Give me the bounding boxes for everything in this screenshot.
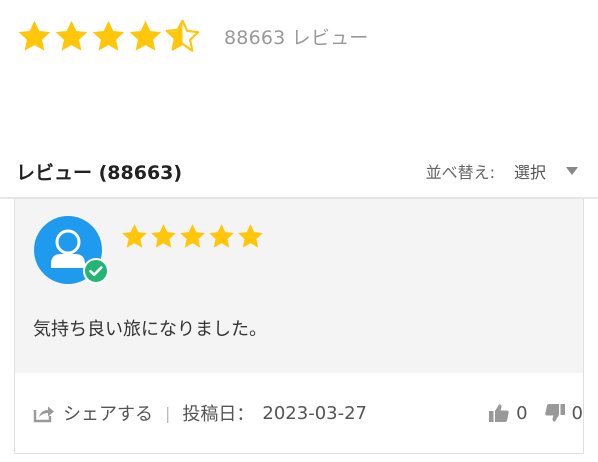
separator: | — [165, 403, 171, 423]
reviews-header: レビュー (88663) 並べ替え: 選択 — [16, 154, 582, 188]
like-count: 0 — [516, 402, 528, 424]
review-text: 気持ち良い旅になりました。 — [33, 319, 267, 340]
reviewer-avatar — [34, 216, 109, 286]
star-icon — [209, 224, 234, 248]
half-star-icon — [165, 19, 200, 52]
share-label: シェアする — [63, 404, 153, 425]
share-icon — [33, 406, 54, 423]
caret-down-icon — [566, 167, 578, 175]
star-icon — [122, 224, 147, 248]
rating-stars — [16, 18, 201, 55]
star-icon — [18, 20, 51, 51]
thumbs-down-icon — [544, 404, 565, 422]
like-button[interactable]: 0 — [488, 402, 528, 424]
review-stars — [120, 222, 265, 251]
reviews-title: レビュー (88663) — [16, 161, 183, 184]
dislike-button[interactable]: 0 — [544, 402, 583, 424]
rating-summary: 88663 レビュー — [16, 16, 368, 56]
review-footer: シェアする | 投稿日： 2023-03-27 0 0 — [15, 373, 583, 453]
star-icon — [55, 20, 88, 51]
review-count-text: 88663 レビュー — [224, 26, 369, 49]
share-button[interactable]: シェアする — [33, 400, 153, 426]
star-icon — [92, 20, 125, 51]
star-icon — [180, 224, 205, 248]
review-card: 気持ち良い旅になりました。 シェアする | 投稿日： 2023-03-27 0 — [14, 199, 584, 454]
star-icon — [238, 224, 263, 248]
vote-controls: 0 0 — [488, 402, 583, 424]
star-icon — [129, 20, 162, 51]
posted-date: 2023-03-27 — [262, 402, 367, 424]
star-icon — [151, 224, 176, 248]
sort-dropdown[interactable]: 選択 — [514, 159, 582, 183]
sort-selected-value: 選択 — [513, 163, 546, 182]
thumbs-up-icon — [489, 404, 509, 422]
review-body: 気持ち良い旅になりました。 — [15, 199, 583, 373]
dislike-count: 0 — [571, 402, 583, 424]
posted-date-label: 投稿日： — [182, 404, 255, 425]
sort-control: 並べ替え: 選択 — [426, 159, 582, 183]
sort-label: 並べ替え: — [425, 163, 495, 182]
verified-check-icon — [83, 258, 109, 284]
